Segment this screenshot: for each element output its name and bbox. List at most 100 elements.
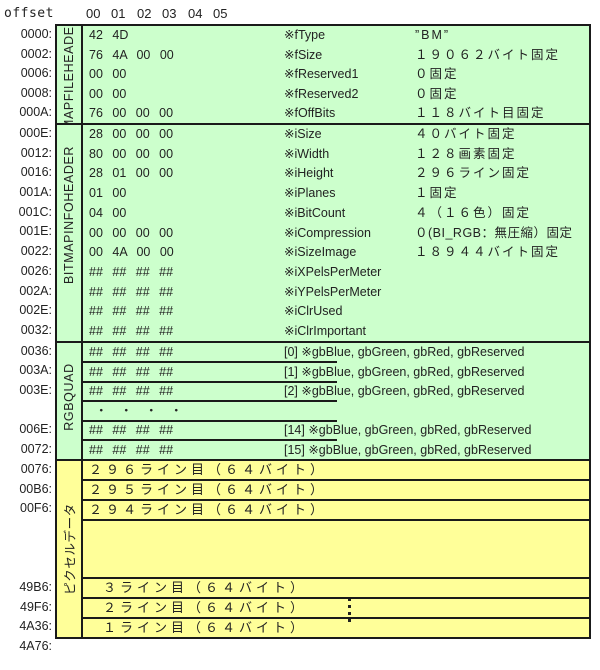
end-offset-label: 4A76:	[19, 639, 52, 653]
ellipsis-row: ・ ・ ・ ・	[83, 402, 589, 422]
offset-header: offset	[4, 6, 54, 21]
field-description: ０(BI_RGB：無圧縮）固定	[415, 225, 573, 240]
table-row: 00 00 00 00 ※iCompression ０(BI_RGB：無圧縮）固…	[83, 224, 589, 244]
table-row: 76 00 00 00 ※fOffBits １１８バイト目固定	[83, 104, 589, 124]
scanline-label: ２ライン目（６４バイト）	[103, 600, 308, 615]
hex-bytes: ## ## ## ##	[89, 284, 174, 299]
rgbquad-label: RGBQUAD	[62, 363, 76, 431]
table-row: 00 00 ※fReserved2 ０固定	[83, 85, 589, 105]
offset-label: 0006:	[20, 66, 52, 80]
offset-label: 0026:	[20, 264, 52, 278]
palette-entry: [1] ※gbBlue, gbGreen, gbRed, gbReserved	[284, 364, 525, 379]
offset-label: 0036:	[20, 344, 52, 358]
field-description: ０固定	[415, 67, 459, 81]
table-row: ## ## ## ## ※iClrUsed	[83, 302, 589, 322]
field-name: ※iSize	[284, 127, 322, 141]
palette-entry: [14] ※gbBlue, gbGreen, gbRed, gbReserved	[284, 423, 532, 437]
offset-label: 001C:	[18, 205, 52, 219]
offset-label: 002E:	[19, 303, 52, 317]
hex-bytes: ## ## ## ##	[89, 442, 174, 457]
field-name: ※fOffBits	[284, 106, 336, 120]
field-description: １８９４４バイト固定	[415, 245, 561, 260]
hex-bytes: ## ## ## ##	[89, 345, 174, 359]
offset-label: 000E:	[19, 126, 52, 140]
offset-label: 001E:	[19, 224, 52, 238]
bitmapinfoheader-label: BITMAPINFOHEADER	[62, 145, 76, 285]
offset-label: 003E:	[19, 383, 52, 397]
field-description: １２８画素固定	[415, 146, 517, 161]
hex-bytes: ## ## ## ##	[89, 384, 174, 398]
table-row: 00 00 ※fReserved1 ０固定	[83, 65, 589, 85]
bitmapfileheader-label: BITMAPFILEHEADER	[62, 26, 76, 123]
offset-label: 003A:	[19, 363, 52, 377]
field-description: １固定	[415, 186, 459, 201]
offset-label: 00F6:	[20, 501, 52, 515]
table-row: 28 00 00 00 ※iSize ４０バイト固定	[83, 125, 589, 145]
field-name: ※iPlanes	[284, 186, 336, 201]
hex-bytes: 28 00 00 00	[89, 127, 174, 141]
offset-label: 006E:	[19, 422, 52, 436]
field-name: ※iClrImportant	[284, 324, 367, 338]
hex-bytes: 00 00	[89, 86, 127, 101]
section-label-cell: BITMAPINFOHEADER	[57, 125, 83, 341]
field-description: １９０６２バイト固定	[415, 47, 561, 62]
offset-label: 0032:	[20, 323, 52, 337]
scanline-row: ２９５ライン目（６４バイト）	[83, 481, 589, 501]
table-row: 42 4D ※fType ”BM”	[83, 26, 589, 46]
bitmapfileheader-section: BITMAPFILEHEADER 42 4D ※fType ”BM” 76 4A…	[55, 24, 591, 125]
field-description: ４０バイト固定	[415, 127, 517, 141]
column-header-02: 02	[137, 6, 152, 21]
table-row: 04 00 ※iBitCount ４（１６色）固定	[83, 204, 589, 224]
field-description: ４（１６色）固定	[415, 205, 532, 220]
offset-label: 4A36:	[19, 619, 52, 633]
palette-entry: [0] ※gbBlue, gbGreen, gbRed, gbReserved	[284, 345, 525, 359]
offset-label: 0072:	[20, 442, 52, 456]
bitmapinfoheader-section: BITMAPINFOHEADER 28 00 00 00 ※iSize ４０バイ…	[55, 123, 591, 343]
hex-bytes: 00 00	[89, 67, 127, 81]
scanline-row: ３ライン目（６４バイト）	[83, 579, 589, 599]
offset-label: 002A:	[19, 284, 52, 298]
hex-bytes: 28 01 00 00	[89, 166, 174, 181]
field-description: ０固定	[415, 86, 459, 101]
table-row: ## ## ## ## ※iYPelsPerMeter	[83, 283, 589, 303]
field-name: ※iWidth	[284, 146, 330, 161]
offset-label: 0000:	[20, 27, 52, 41]
offset-label: 0076:	[20, 462, 52, 476]
hex-bytes: 00 00 00 00	[89, 225, 174, 240]
field-description: １１８バイト目固定	[415, 106, 546, 120]
offset-label: 49F6:	[20, 600, 52, 614]
palette-entry: [2] ※gbBlue, gbGreen, gbRed, gbReserved	[284, 384, 525, 398]
offset-label: 49B6:	[19, 580, 52, 594]
field-name: ※iYPelsPerMeter	[284, 284, 382, 299]
scanline-label: ２９４ライン目（６４バイト）	[89, 502, 328, 517]
offset-label: 0008:	[20, 86, 52, 100]
table-row: 00 4A 00 00 ※iSizeImage １８９４４バイト固定	[83, 243, 589, 263]
hex-bytes: 01 00	[89, 186, 127, 201]
field-name: ※iXPelsPerMeter	[284, 264, 382, 279]
ellipsis: ・ ・ ・ ・	[95, 403, 183, 418]
hex-bytes: ## ## ## ##	[89, 324, 174, 338]
hex-bytes: 00 4A 00 00	[89, 245, 174, 260]
offset-label: 0016:	[20, 165, 52, 179]
column-header-03: 03	[162, 6, 177, 21]
scanline-row: ２ライン目（６４バイト）	[83, 599, 589, 619]
table-row: 01 00 ※iPlanes １固定	[83, 184, 589, 204]
hex-bytes: 76 4A 00 00	[89, 47, 174, 62]
section-label-cell: ピクセルデータ	[57, 461, 83, 637]
field-name: ※iHeight	[284, 166, 334, 181]
field-name: ※fSize	[284, 47, 323, 62]
hex-bytes: ## ## ## ##	[89, 304, 174, 319]
palette-row: ## ## ## ## [15] ※gbBlue, gbGreen, gbRed…	[83, 441, 589, 461]
offset-label: 0022:	[20, 244, 52, 258]
section-label-cell: BITMAPFILEHEADER	[57, 26, 83, 123]
field-name: ※iCompression	[284, 225, 371, 240]
hex-bytes: ## ## ## ##	[89, 264, 174, 279]
hex-bytes: 76 00 00 00	[89, 106, 174, 120]
column-header-05: 05	[213, 6, 228, 21]
field-name: ※iSizeImage	[284, 245, 357, 260]
hex-bytes: 42 4D	[89, 28, 129, 42]
field-name: ※fType	[284, 28, 326, 42]
pixel-data-label: ピクセルデータ	[63, 503, 78, 595]
palette-row: ## ## ## ## [14] ※gbBlue, gbGreen, gbRed…	[83, 421, 589, 441]
scanline-row: ２９６ライン目（６４バイト）	[83, 461, 589, 481]
